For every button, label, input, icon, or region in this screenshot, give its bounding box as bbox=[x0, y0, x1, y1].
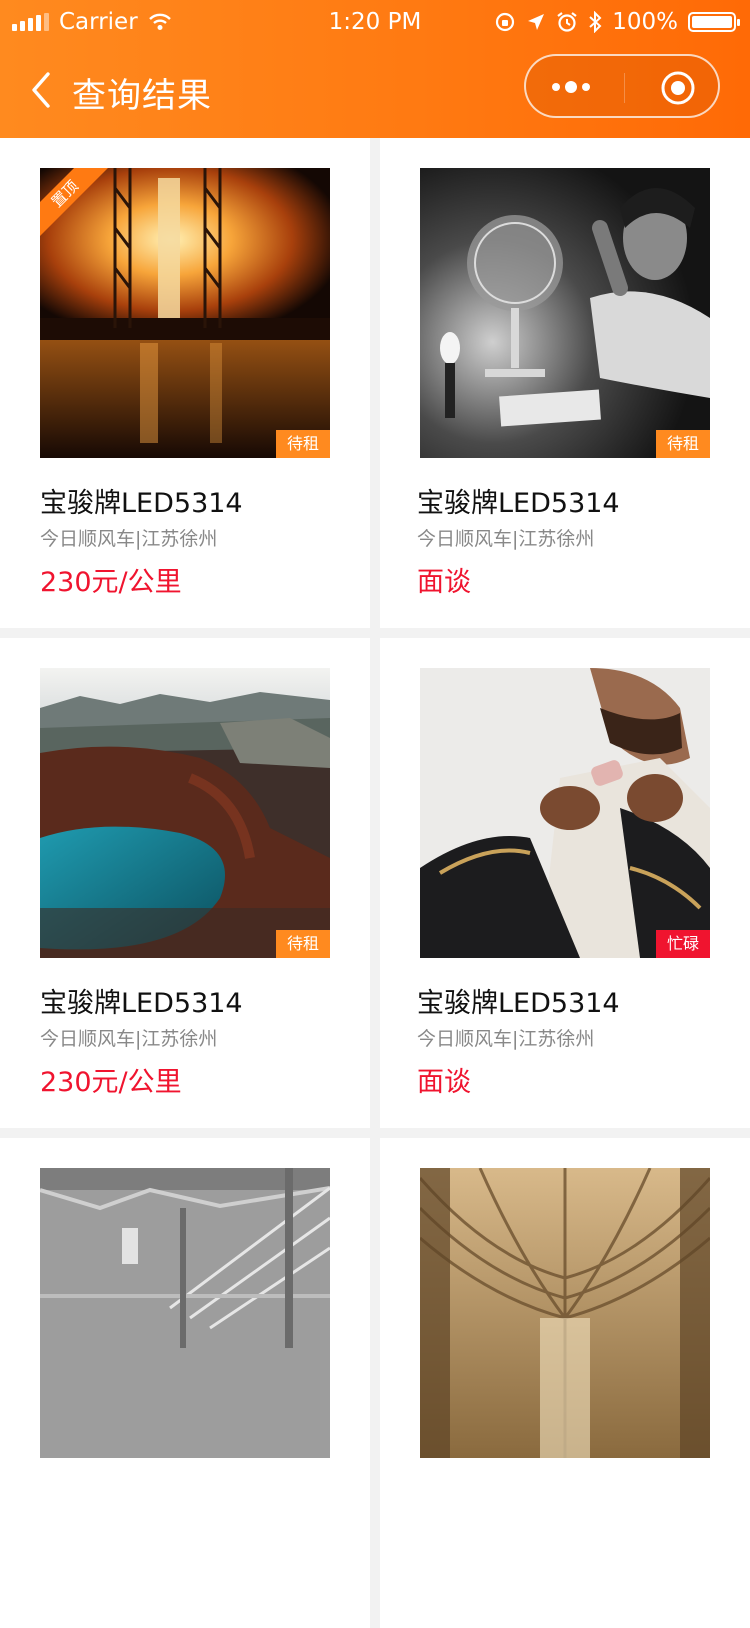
listing-photo-cathedral bbox=[420, 1168, 710, 1458]
listing-photo-staircase bbox=[40, 1168, 330, 1458]
listing-price: 230元/公里 bbox=[40, 567, 182, 598]
listing-card[interactable]: 忙碌 宝骏牌LED5314 今日顺风车|江苏徐州 面谈 bbox=[380, 638, 750, 1128]
listing-title: 宝骏牌LED5314 bbox=[40, 988, 243, 1019]
location-icon bbox=[528, 14, 545, 30]
listing-price: 面谈 bbox=[417, 567, 471, 598]
listing-card[interactable] bbox=[0, 1138, 370, 1628]
status-badge: 待租 bbox=[276, 930, 330, 958]
listing-title: 宝骏牌LED5314 bbox=[417, 488, 620, 519]
listing-subtitle: 今日顺风车|江苏徐州 bbox=[40, 528, 218, 550]
battery-percent: 100% bbox=[612, 9, 678, 35]
listing-subtitle: 今日顺风车|江苏徐州 bbox=[417, 528, 595, 550]
listing-card[interactable]: 待租 宝骏牌LED5314 今日顺风车|江苏徐州 230元/公里 bbox=[0, 638, 370, 1128]
listing-title: 宝骏牌LED5314 bbox=[40, 488, 243, 519]
listing-subtitle: 今日顺风车|江苏徐州 bbox=[40, 1028, 218, 1050]
listing-card[interactable]: 置顶 待租 宝骏牌LED5314 今日顺风车|江苏徐州 230元/公里 bbox=[0, 138, 370, 628]
more-menu-button[interactable] bbox=[552, 74, 622, 100]
battery-icon bbox=[688, 12, 740, 32]
listing-photo-rocket-launch: 置顶 待租 bbox=[40, 168, 330, 458]
header: Carrier 1:20 PM 100% 查询结果 bbox=[0, 0, 750, 138]
status-badge: 待租 bbox=[656, 430, 710, 458]
bluetooth-icon bbox=[589, 11, 602, 33]
close-mini-program-button[interactable] bbox=[660, 70, 696, 106]
listing-photo-man-in-suit: 忙碌 bbox=[420, 668, 710, 958]
listing-subtitle: 今日顺风车|江苏徐州 bbox=[417, 1028, 595, 1050]
status-bar: Carrier 1:20 PM 100% bbox=[0, 0, 750, 44]
listing-photo-man-with-fan: 待租 bbox=[420, 168, 710, 458]
status-badge: 待租 bbox=[276, 430, 330, 458]
navigation-bar: 查询结果 bbox=[0, 44, 750, 138]
listing-card[interactable]: 待租 宝骏牌LED5314 今日顺风车|江苏徐州 面谈 bbox=[380, 138, 750, 628]
back-arrow-icon[interactable] bbox=[28, 70, 56, 110]
listing-price: 230元/公里 bbox=[40, 1067, 182, 1098]
mini-program-capsule bbox=[524, 54, 720, 118]
page-title: 查询结果 bbox=[72, 76, 212, 116]
listing-title: 宝骏牌LED5314 bbox=[417, 988, 620, 1019]
alarm-icon bbox=[557, 12, 577, 32]
listing-price: 面谈 bbox=[417, 1067, 471, 1098]
listing-card[interactable] bbox=[380, 1138, 750, 1628]
orientation-lock-icon bbox=[496, 12, 515, 32]
status-badge: 忙碌 bbox=[656, 930, 710, 958]
listing-photo-crater-lake: 待租 bbox=[40, 668, 330, 958]
